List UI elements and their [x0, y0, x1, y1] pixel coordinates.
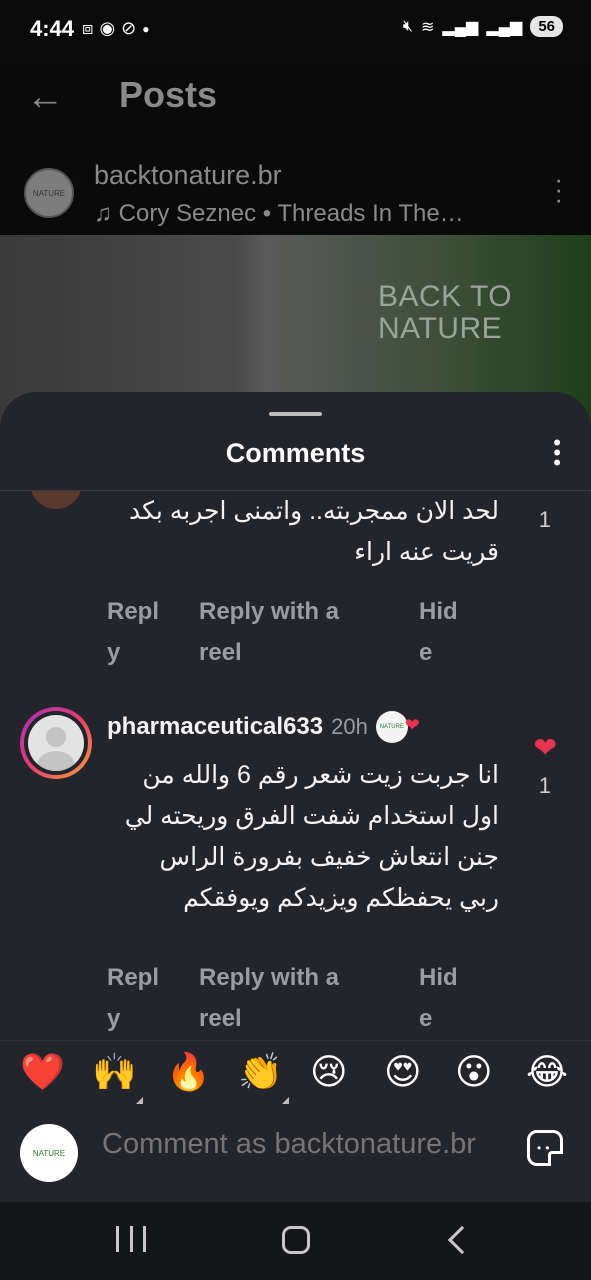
creator-logo-text: NATURE [379, 724, 404, 730]
hide-label: Hid [419, 598, 458, 625]
comments-list[interactable]: لحد الان ممجربته.. واتمنى اجربه بكد قريت… [0, 491, 591, 1036]
sheet-more-options-icon[interactable]: • • • [553, 432, 561, 474]
reply-button[interactable]: Repl y [107, 957, 159, 1036]
comment-text-line: لحد الان ممجربته.. واتمنى اجربه بكد [129, 497, 499, 525]
skin-tone-indicator-icon [282, 1097, 289, 1104]
back-arrow-icon[interactable]: ← [26, 76, 64, 119]
home-icon[interactable] [282, 1226, 310, 1254]
data-saver-icon: ⊘ [121, 18, 137, 38]
post-image-caption: BACK TO NATURE [378, 281, 512, 345]
status-time: 4:44 [30, 16, 75, 41]
page-title: Posts [119, 74, 218, 115]
comments-title: Comments [225, 438, 366, 468]
image-text-line1: BACK TO [378, 280, 513, 313]
emoji-raised-hands-button[interactable]: 🙌 [92, 1053, 137, 1093]
sticker-icon[interactable]: •• [527, 1130, 563, 1166]
hide-button[interactable]: Hid e [419, 591, 458, 673]
screenshot-icon: ⧈ [82, 18, 94, 38]
default-avatar-icon [28, 715, 84, 771]
reply-with-reel-button[interactable]: Reply with a reel [199, 957, 339, 1036]
emoji-surprised-button[interactable]: 😮 [455, 1053, 493, 1093]
emoji-heart-button[interactable]: ❤️ [20, 1053, 65, 1093]
skin-tone-indicator-icon [136, 1097, 143, 1104]
emoji-heart-eyes-button[interactable]: 😍 [384, 1053, 422, 1093]
avatar-logo-text: NATURE [32, 188, 66, 198]
reply-reel-label: reel [199, 1005, 242, 1032]
emoji-crying-button[interactable]: 😢 [310, 1053, 348, 1093]
recents-icon[interactable] [116, 1226, 146, 1252]
comment-text-line: ربي يحفظكم ويزيدكم ويوفقكم [183, 884, 499, 912]
reply-label: y [107, 639, 121, 666]
hide-label: e [419, 639, 433, 666]
image-text-line2: NATURE [378, 312, 503, 345]
reply-reel-label: reel [199, 639, 242, 666]
reply-label: Repl [107, 598, 160, 625]
comment-text-line: جنن انتعاش خفيف بفرورة الراس [159, 843, 499, 871]
more-options-icon[interactable]: · · · [554, 166, 563, 212]
comment-input-bar: NATURE •• [0, 1110, 591, 1202]
self-avatar-logo-text: NATURE [32, 1148, 66, 1158]
status-system-icons: 🔇︎ ≋ ▂▄▆ ▂▄▆ 56 [403, 16, 563, 37]
comment-input[interactable] [102, 1128, 506, 1161]
emoji-fire-button[interactable]: 🔥 [166, 1053, 211, 1093]
comment-text-line: قريت عنه اراء [354, 538, 499, 566]
comment-header: pharmaceutical633 20h NATURE ❤ [107, 711, 420, 743]
back-icon[interactable] [447, 1225, 477, 1255]
system-nav-bar [0, 1202, 591, 1280]
post-audio-track[interactable]: ♫ Cory Seznec • Threads In The… [94, 200, 464, 228]
emoji-reaction-bar: ❤️ 🙌 🔥 👏 😢 😍 😮 😂 [0, 1040, 591, 1110]
hide-button[interactable]: Hid e [419, 957, 458, 1036]
like-count: 1 [538, 773, 551, 798]
post-author-avatar[interactable]: NATURE [24, 168, 74, 218]
comment-text: لحد الان ممجربته.. واتمنى اجربه بكد قريت… [89, 491, 499, 573]
top-bar: ← Posts [0, 58, 591, 136]
reply-button[interactable]: Repl y [107, 591, 159, 673]
comment-username[interactable]: pharmaceutical633 [107, 713, 323, 741]
battery-indicator: 56 [530, 16, 563, 37]
audio-track-label: Cory Seznec • Threads In The… [118, 200, 464, 227]
avatar-ring-gap [24, 711, 88, 775]
emoji-laughing-button[interactable]: 😂 [526, 1053, 568, 1093]
reply-label: y [107, 1005, 121, 1032]
comment-author-avatar[interactable] [20, 707, 92, 779]
messenger-icon: ◉ [99, 18, 116, 38]
reply-label: Repl [107, 964, 160, 991]
creator-liked-avatar: NATURE ❤ [375, 711, 420, 743]
emoji-clap-button[interactable]: 👏 [238, 1053, 283, 1093]
comment-text: انا جربت زيت شعر رقم 6 والله من اول استخ… [89, 755, 499, 919]
hide-label: e [419, 1005, 433, 1032]
music-note-icon: ♫ [94, 200, 119, 227]
comment-text-line: انا جربت زيت شعر رقم 6 والله من [142, 761, 499, 789]
drag-handle[interactable] [269, 412, 322, 416]
status-notification-icons: ⧈ ◉ ⊘ ● [82, 18, 150, 39]
signal-icon: ▂▄▆ [442, 18, 479, 36]
wifi-icon: ≋ [421, 18, 435, 36]
mute-icon: 🔇︎ [402, 17, 413, 35]
status-bar: 4:44 ⧈ ◉ ⊘ ● 🔇︎ ≋ ▂▄▆ ▂▄▆ 56 [0, 0, 591, 58]
like-heart-icon[interactable]: ❤ [534, 731, 557, 764]
reply-reel-label: Reply with a [199, 964, 340, 991]
comment-timestamp: 20h [331, 714, 368, 739]
creator-heart-icon: ❤ [404, 715, 420, 735]
like-count: 1 [538, 507, 551, 532]
reply-reel-label: Reply with a [199, 598, 340, 625]
comment-author-avatar[interactable] [30, 491, 82, 509]
reply-with-reel-button[interactable]: Reply with a reel [199, 591, 339, 673]
post-header: NATURE backtonature.br ♫ Cory Seznec • T… [0, 150, 591, 232]
sticker-face-glyph: •• [537, 1141, 554, 1155]
current-user-avatar: NATURE [20, 1124, 78, 1182]
comment-text-line: اول استخدام شفت الفرق وريحته لي [124, 802, 499, 830]
dot-icon: ● [142, 21, 150, 36]
hide-label: Hid [419, 964, 458, 991]
signal-icon-2: ▂▄▆ [486, 18, 523, 36]
post-username[interactable]: backtonature.br [94, 160, 282, 191]
